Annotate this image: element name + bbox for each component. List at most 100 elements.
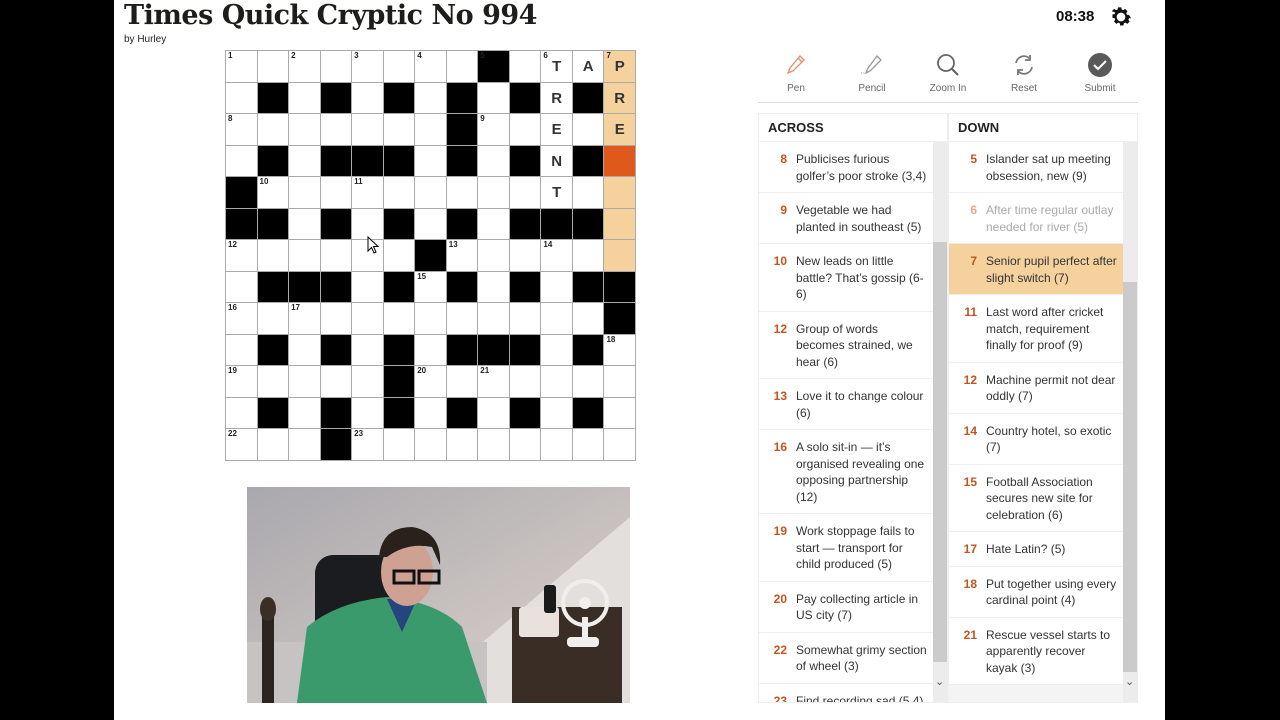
- clue-item[interactable]: 6 After time regular outlay needed for ri…: [949, 193, 1124, 244]
- grid-cell[interactable]: [541, 397, 572, 429]
- grid-cell[interactable]: [257, 303, 289, 334]
- grid-cell[interactable]: [257, 114, 289, 145]
- grid-cell[interactable]: [320, 114, 352, 145]
- grid-cell[interactable]: [289, 82, 320, 114]
- grid-cell[interactable]: [415, 429, 446, 460]
- grid-cell[interactable]: 22: [226, 429, 257, 460]
- grid-cell[interactable]: [257, 240, 289, 271]
- grid-cell[interactable]: [289, 429, 320, 460]
- grid-cell[interactable]: [446, 51, 478, 82]
- grid-cell[interactable]: [383, 177, 415, 208]
- down-scrollbar-thumb[interactable]: [1123, 282, 1137, 672]
- grid-cell[interactable]: [352, 303, 383, 334]
- clue-item[interactable]: 23 Find recording sad (5,4): [759, 683, 934, 702]
- grid-cell[interactable]: [320, 177, 352, 208]
- grid-cell[interactable]: [446, 177, 478, 208]
- grid-cell[interactable]: [572, 114, 604, 145]
- pen-button[interactable]: Pen: [758, 52, 834, 102]
- grid-cell[interactable]: [509, 429, 541, 460]
- grid-cell[interactable]: [226, 145, 257, 177]
- grid-cell[interactable]: [541, 303, 572, 334]
- grid-cell[interactable]: [604, 145, 635, 177]
- clue-item[interactable]: 14 Country hotel, so exotic (7): [949, 413, 1124, 465]
- grid-cell[interactable]: [572, 303, 604, 334]
- grid-cell[interactable]: 12: [226, 240, 257, 271]
- grid-cell[interactable]: [415, 334, 446, 366]
- grid-cell[interactable]: [478, 177, 509, 208]
- grid-cell[interactable]: [572, 177, 604, 208]
- clue-item[interactable]: 9 Vegetable we had planted in southeast (…: [759, 193, 934, 244]
- grid-cell[interactable]: [226, 82, 257, 114]
- grid-cell[interactable]: 9: [478, 114, 509, 145]
- grid-cell[interactable]: [478, 271, 509, 303]
- grid-cell[interactable]: [415, 82, 446, 114]
- clue-item[interactable]: 7 Senior pupil perfect after slight switc…: [949, 244, 1124, 295]
- grid-cell[interactable]: R: [604, 82, 635, 114]
- scroll-down-icon[interactable]: ⌄: [1125, 675, 1134, 688]
- grid-cell[interactable]: [572, 240, 604, 271]
- grid-cell[interactable]: [541, 366, 572, 397]
- grid-cell[interactable]: 15: [415, 271, 446, 303]
- grid-cell[interactable]: 19: [226, 366, 257, 397]
- grid-cell[interactable]: [352, 82, 383, 114]
- grid-cell[interactable]: [257, 366, 289, 397]
- grid-cell[interactable]: [320, 51, 352, 82]
- clue-item[interactable]: 12 Group of words becomes strained, we he…: [759, 311, 934, 379]
- grid-cell[interactable]: 3: [352, 51, 383, 82]
- grid-cell[interactable]: [478, 82, 509, 114]
- grid-cell[interactable]: 18: [604, 334, 635, 366]
- grid-cell[interactable]: 17: [289, 303, 320, 334]
- grid-cell[interactable]: [572, 366, 604, 397]
- grid-cell[interactable]: [478, 429, 509, 460]
- clue-item[interactable]: 5 Islander sat up meeting obsession, new …: [949, 142, 1124, 193]
- grid-cell[interactable]: [415, 208, 446, 240]
- clue-item[interactable]: 11 Last word after cricket match, require…: [949, 295, 1124, 363]
- grid-cell[interactable]: [478, 397, 509, 429]
- grid-cell[interactable]: [226, 271, 257, 303]
- grid-cell[interactable]: 20: [415, 366, 446, 397]
- grid-cell[interactable]: E: [604, 114, 635, 145]
- grid-cell[interactable]: [289, 145, 320, 177]
- grid-cell[interactable]: [352, 114, 383, 145]
- grid-cell[interactable]: [289, 366, 320, 397]
- grid-cell[interactable]: [320, 240, 352, 271]
- submit-button[interactable]: Submit: [1062, 52, 1138, 102]
- clue-item[interactable]: 20 Pay collecting article in US city (7): [759, 581, 934, 633]
- grid-cell[interactable]: [289, 240, 320, 271]
- clue-item[interactable]: 19 Work stoppage fails to start — transpo…: [759, 514, 934, 582]
- grid-cell[interactable]: [415, 397, 446, 429]
- grid-cell[interactable]: [478, 303, 509, 334]
- grid-cell[interactable]: [320, 366, 352, 397]
- grid-cell[interactable]: [509, 114, 541, 145]
- grid-cell[interactable]: [509, 240, 541, 271]
- clue-item[interactable]: 22 Somewhat grimy section of wheel (3): [759, 632, 934, 684]
- pencil-button[interactable]: Pencil: [834, 52, 910, 102]
- grid-cell[interactable]: 6T: [541, 51, 572, 82]
- grid-cell[interactable]: 4: [415, 51, 446, 82]
- grid-cell[interactable]: [383, 429, 415, 460]
- grid-cell[interactable]: 13: [446, 240, 478, 271]
- grid-cell[interactable]: 2: [289, 51, 320, 82]
- grid-cell[interactable]: 16: [226, 303, 257, 334]
- clue-item[interactable]: 18 Put together using every cardinal poin…: [949, 566, 1124, 618]
- grid-cell[interactable]: 11: [352, 177, 383, 208]
- across-scrollbar[interactable]: ⌄: [933, 142, 947, 702]
- grid-cell[interactable]: [478, 208, 509, 240]
- grid-cell[interactable]: [415, 177, 446, 208]
- grid-cell[interactable]: [352, 334, 383, 366]
- grid-cell[interactable]: [509, 177, 541, 208]
- clue-item[interactable]: 10 New leads on little battle? That’s gos…: [759, 244, 934, 312]
- grid-cell[interactable]: [383, 114, 415, 145]
- grid-cell[interactable]: [541, 334, 572, 366]
- grid-cell[interactable]: 14: [541, 240, 572, 271]
- grid-cell[interactable]: T: [541, 177, 572, 208]
- zoom-in-button[interactable]: Zoom In: [910, 52, 986, 102]
- grid-cell[interactable]: [446, 429, 478, 460]
- grid-cell[interactable]: 1: [226, 51, 257, 82]
- down-scrollbar[interactable]: ⌄: [1123, 142, 1137, 702]
- clue-item[interactable]: 16 A solo sit-in — it’s organised reveali…: [759, 430, 934, 514]
- grid-cell[interactable]: [383, 51, 415, 82]
- grid-cell[interactable]: 21: [478, 366, 509, 397]
- grid-cell[interactable]: [415, 303, 446, 334]
- grid-cell[interactable]: [289, 397, 320, 429]
